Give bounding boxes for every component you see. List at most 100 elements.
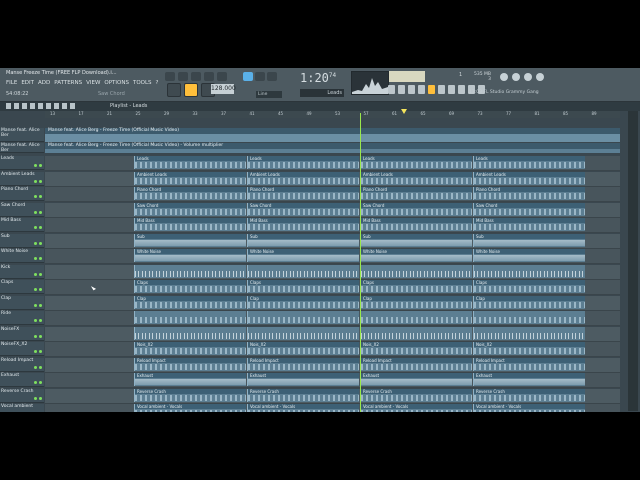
mute-icon[interactable] [34, 365, 37, 369]
slice-icon[interactable] [255, 72, 265, 81]
track-header[interactable]: Reload Impact [0, 357, 44, 372]
pattern-clip[interactable] [247, 264, 359, 278]
pattern-clip[interactable]: Exhaust [247, 373, 359, 386]
mic-icon[interactable] [500, 73, 508, 81]
select-icon[interactable] [39, 179, 42, 183]
pattern-clip[interactable]: Piano Chord [360, 187, 472, 200]
pattern-clip[interactable]: Leads [360, 156, 472, 169]
pattern-clip[interactable]: Vocal ambient - Vocals [473, 404, 585, 412]
pattern-clip[interactable] [247, 326, 359, 340]
pattern-clip[interactable]: Mid Bass [247, 218, 359, 231]
pattern-clip[interactable]: Mid Bass [360, 218, 472, 231]
pattern-clip[interactable]: Piano Chord [247, 187, 359, 200]
select-icon[interactable] [39, 272, 42, 276]
select-icon[interactable] [39, 226, 42, 229]
select-icon[interactable] [39, 396, 42, 400]
mute-tool-icon[interactable] [30, 103, 35, 109]
menu-patterns[interactable]: PATTERNS [54, 80, 82, 86]
pattern-song-toggle[interactable] [167, 83, 181, 97]
pattern-clip[interactable] [247, 311, 359, 324]
track-header[interactable]: White Noise [0, 249, 44, 263]
mute-icon[interactable] [34, 303, 37, 307]
mute-icon[interactable] [34, 272, 37, 276]
select-icon[interactable] [39, 195, 42, 198]
mute-icon[interactable] [34, 334, 37, 338]
menu-add[interactable]: ADD [38, 80, 50, 86]
vertical-scrollbar[interactable] [628, 111, 638, 411]
pattern-clip[interactable] [360, 326, 472, 340]
pattern-clip[interactable]: Reload Impact [134, 357, 246, 371]
tempo-display[interactable]: 128.000 [211, 84, 236, 94]
pattern-clip[interactable] [134, 264, 246, 278]
pattern-clip[interactable]: Nois_X2 [360, 342, 472, 355]
track-lane[interactable]: Leads Leads Leads Leads [45, 156, 620, 171]
mute-icon[interactable] [34, 210, 37, 214]
mute-icon[interactable] [34, 179, 37, 183]
track-lane[interactable]: Saw Chord Saw Chord Saw Chord Saw Chord [45, 202, 620, 218]
track-header[interactable]: NoiseFX [0, 326, 44, 341]
step-edit-icon[interactable] [191, 72, 201, 81]
piano-roll-icon[interactable] [398, 85, 405, 94]
menu-tools[interactable]: TOOLS [133, 80, 152, 86]
pattern-clip[interactable]: Claps [473, 280, 585, 293]
track-lane[interactable]: Exhaust Exhaust Exhaust Exhaust [45, 373, 620, 388]
pattern-clip[interactable]: Nois_X2 [247, 342, 359, 355]
track-header[interactable]: Mid Bass [0, 218, 44, 232]
playlist-icon[interactable] [388, 85, 395, 94]
tempo-tapper-icon[interactable] [448, 85, 455, 94]
pattern-clip[interactable]: Saw Chord [134, 202, 246, 216]
pattern-clip[interactable]: Ambient Leads [134, 171, 246, 185]
settings-icon[interactable] [536, 73, 544, 81]
slice-tool-icon[interactable] [46, 103, 51, 109]
track-lane[interactable] [45, 326, 620, 342]
pattern-clip[interactable] [134, 311, 246, 324]
pattern-clip[interactable]: Reload Impact [247, 357, 359, 371]
pattern-clip[interactable]: White Noise [360, 249, 472, 262]
select-icon[interactable] [39, 365, 42, 369]
pattern-clip[interactable] [360, 264, 472, 278]
track-header[interactable]: Clap [0, 295, 44, 310]
pattern-clip[interactable] [473, 264, 585, 278]
track-lane[interactable]: Reverse Crash Reverse Crash Reverse Crash R… [45, 388, 620, 404]
track-header[interactable]: Piano Chord [0, 187, 44, 201]
select-icon[interactable] [39, 381, 42, 384]
mute-icon[interactable] [34, 195, 37, 198]
mixer-icon[interactable] [418, 85, 425, 94]
track-lane[interactable] [45, 311, 620, 326]
pattern-clip[interactable]: Exhaust [473, 373, 585, 386]
typing-keyboard-icon[interactable] [267, 72, 277, 81]
pattern-clip[interactable] [473, 311, 585, 324]
browser-icon[interactable] [428, 85, 435, 94]
track-lane[interactable]: Nois_X2 Nois_X2 Nois_X2 Nois_X2 [45, 342, 620, 357]
track-lane[interactable]: Mid Bass Mid Bass Mid Bass Mid Bass [45, 218, 620, 233]
track-lane[interactable] [45, 264, 620, 280]
audio-clip-main[interactable]: Manse feat. Alice Berg - Freeze Time (Of… [45, 128, 620, 142]
track-header[interactable]: NoiseFX_X2 [0, 342, 44, 356]
mute-icon[interactable] [34, 241, 37, 245]
pattern-selector[interactable]: Leads [300, 89, 344, 97]
playback-tool-icon[interactable] [70, 103, 75, 109]
menu-file[interactable]: FILE [6, 80, 17, 86]
audio-clip-volume[interactable]: Manse feat. Alice Berg - Freeze Time (Of… [45, 143, 620, 153]
pattern-clip[interactable]: Ambient Leads [473, 171, 585, 185]
pattern-clip[interactable]: Reload Impact [473, 357, 585, 371]
track-header[interactable]: Leads [0, 156, 44, 170]
mute-icon[interactable] [34, 164, 37, 167]
select-icon[interactable] [39, 303, 42, 307]
pattern-clip[interactable]: Exhaust [360, 373, 472, 386]
pattern-clip[interactable]: Ambient Leads [360, 171, 472, 185]
track-lane[interactable]: Vocal ambient - Vocals Vocal ambient - Vo… [45, 404, 620, 412]
track-header[interactable]: Claps [0, 280, 44, 294]
track-lane[interactable]: Ambient Leads Ambient Leads Ambient Leads A… [45, 171, 620, 187]
pattern-clip[interactable]: Exhaust [134, 373, 246, 386]
pattern-clip[interactable]: White Noise [134, 249, 246, 262]
pattern-clip[interactable]: Vocal ambient - Vocals [360, 404, 472, 412]
pattern-clip[interactable]: Reverse Crash [247, 388, 359, 402]
track-lane[interactable]: White Noise White Noise White Noise White N… [45, 249, 620, 264]
audio-track-name-automation[interactable]: Manse feat. Alice Ber [0, 143, 44, 153]
select-icon[interactable] [39, 288, 42, 291]
pattern-clip[interactable]: White Noise [473, 249, 585, 262]
pattern-clip[interactable] [360, 311, 472, 324]
menu-options[interactable]: OPTIONS [104, 80, 129, 86]
track-header[interactable]: Reverse Crash [0, 388, 44, 403]
